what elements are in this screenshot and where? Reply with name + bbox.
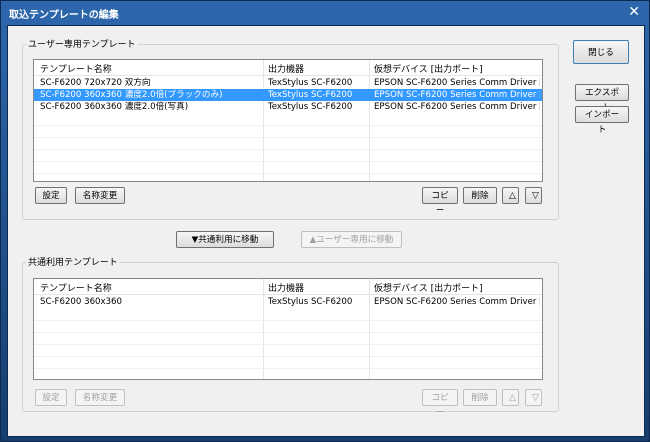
column-header-port[interactable]: 仮想デバイス [出力ポート] <box>374 281 483 294</box>
move-to-user-button[interactable]: ▲ユーザー専用に移動 <box>301 231 402 248</box>
shared-rename-button[interactable]: 名称変更 <box>75 389 125 406</box>
column-header-name[interactable]: テンプレート名称 <box>40 62 112 75</box>
table-row[interactable]: SC-F6200 720x720 双方向 TexStylus SC-F6200 … <box>34 77 542 89</box>
user-settings-button[interactable]: 設定 <box>35 187 67 204</box>
row-name: SC-F6200 720x720 双方向 <box>40 78 151 88</box>
table-row[interactable]: SC-F6200 360x360 TexStylus SC-F6200 EPSO… <box>34 296 542 308</box>
import-button[interactable]: インポート <box>575 106 629 135</box>
row-name: SC-F6200 360x360 濃度2.0倍(写真) <box>40 102 189 112</box>
dialog-window: 取込テンプレートの編集 ✕ ユーザー専用テンプレート テンプレート名称 出力機器… <box>0 0 650 442</box>
column-header-name[interactable]: テンプレート名称 <box>40 281 112 294</box>
shared-move-down-button[interactable]: ▽ <box>525 389 542 406</box>
export-button[interactable]: エクスポート <box>575 84 629 113</box>
column-header-port[interactable]: 仮想デバイス [出力ポート] <box>374 62 483 75</box>
row-device: TexStylus SC-F6200 <box>268 90 353 100</box>
row-name: SC-F6200 360x360 濃度2.0倍(ブラックのみ) <box>40 90 223 100</box>
shared-move-up-button[interactable]: △ <box>502 389 519 406</box>
row-port: EPSON SC-F6200 Series Comm Driver [... <box>374 102 540 112</box>
user-template-list[interactable]: テンプレート名称 出力機器 仮想デバイス [出力ポート] SC-F6200 72… <box>33 59 543 182</box>
column-header-device[interactable]: 出力機器 <box>268 281 304 294</box>
row-device: TexStylus SC-F6200 <box>268 102 353 112</box>
table-row-selected[interactable]: SC-F6200 360x360 濃度2.0倍(ブラックのみ) TexStylu… <box>34 89 542 101</box>
list-header: テンプレート名称 出力機器 仮想デバイス [出力ポート] <box>34 279 542 295</box>
user-group-label: ユーザー専用テンプレート <box>26 37 138 50</box>
row-port: EPSON SC-F6200 Series Comm Driver [... <box>374 90 540 100</box>
shared-copy-button[interactable]: コピー <box>422 389 458 418</box>
row-port: EPSON SC-F6200 Series Comm Driver [... <box>374 78 540 88</box>
user-delete-button[interactable]: 削除 <box>463 187 497 204</box>
user-move-down-button[interactable]: ▽ <box>525 187 542 204</box>
row-name: SC-F6200 360x360 <box>40 297 122 307</box>
window-title: 取込テンプレートの編集 <box>9 10 119 21</box>
dialog-client: ユーザー専用テンプレート テンプレート名称 出力機器 仮想デバイス [出力ポート… <box>7 25 645 437</box>
close-button[interactable]: 閉じる <box>573 40 629 64</box>
table-row[interactable]: SC-F6200 360x360 濃度2.0倍(写真) TexStylus SC… <box>34 101 542 113</box>
list-header: テンプレート名称 出力機器 仮想デバイス [出力ポート] <box>34 60 542 76</box>
title-bar: 取込テンプレートの編集 ✕ <box>1 1 649 25</box>
shared-settings-button[interactable]: 設定 <box>35 389 67 406</box>
row-device: TexStylus SC-F6200 <box>268 297 353 307</box>
user-rename-button[interactable]: 名称変更 <box>75 187 125 204</box>
user-move-up-button[interactable]: △ <box>502 187 519 204</box>
close-icon[interactable]: ✕ <box>628 4 640 20</box>
shared-delete-button[interactable]: 削除 <box>463 389 497 406</box>
shared-group-label: 共通利用テンプレート <box>26 255 120 268</box>
column-header-device[interactable]: 出力機器 <box>268 62 304 75</box>
user-copy-button[interactable]: コピー <box>422 187 458 216</box>
row-port: EPSON SC-F6200 Series Comm Driver [... <box>374 297 540 307</box>
shared-template-list[interactable]: テンプレート名称 出力機器 仮想デバイス [出力ポート] SC-F6200 36… <box>33 278 543 380</box>
move-to-shared-button[interactable]: ▼共通利用に移動 <box>176 231 274 248</box>
row-device: TexStylus SC-F6200 <box>268 78 353 88</box>
